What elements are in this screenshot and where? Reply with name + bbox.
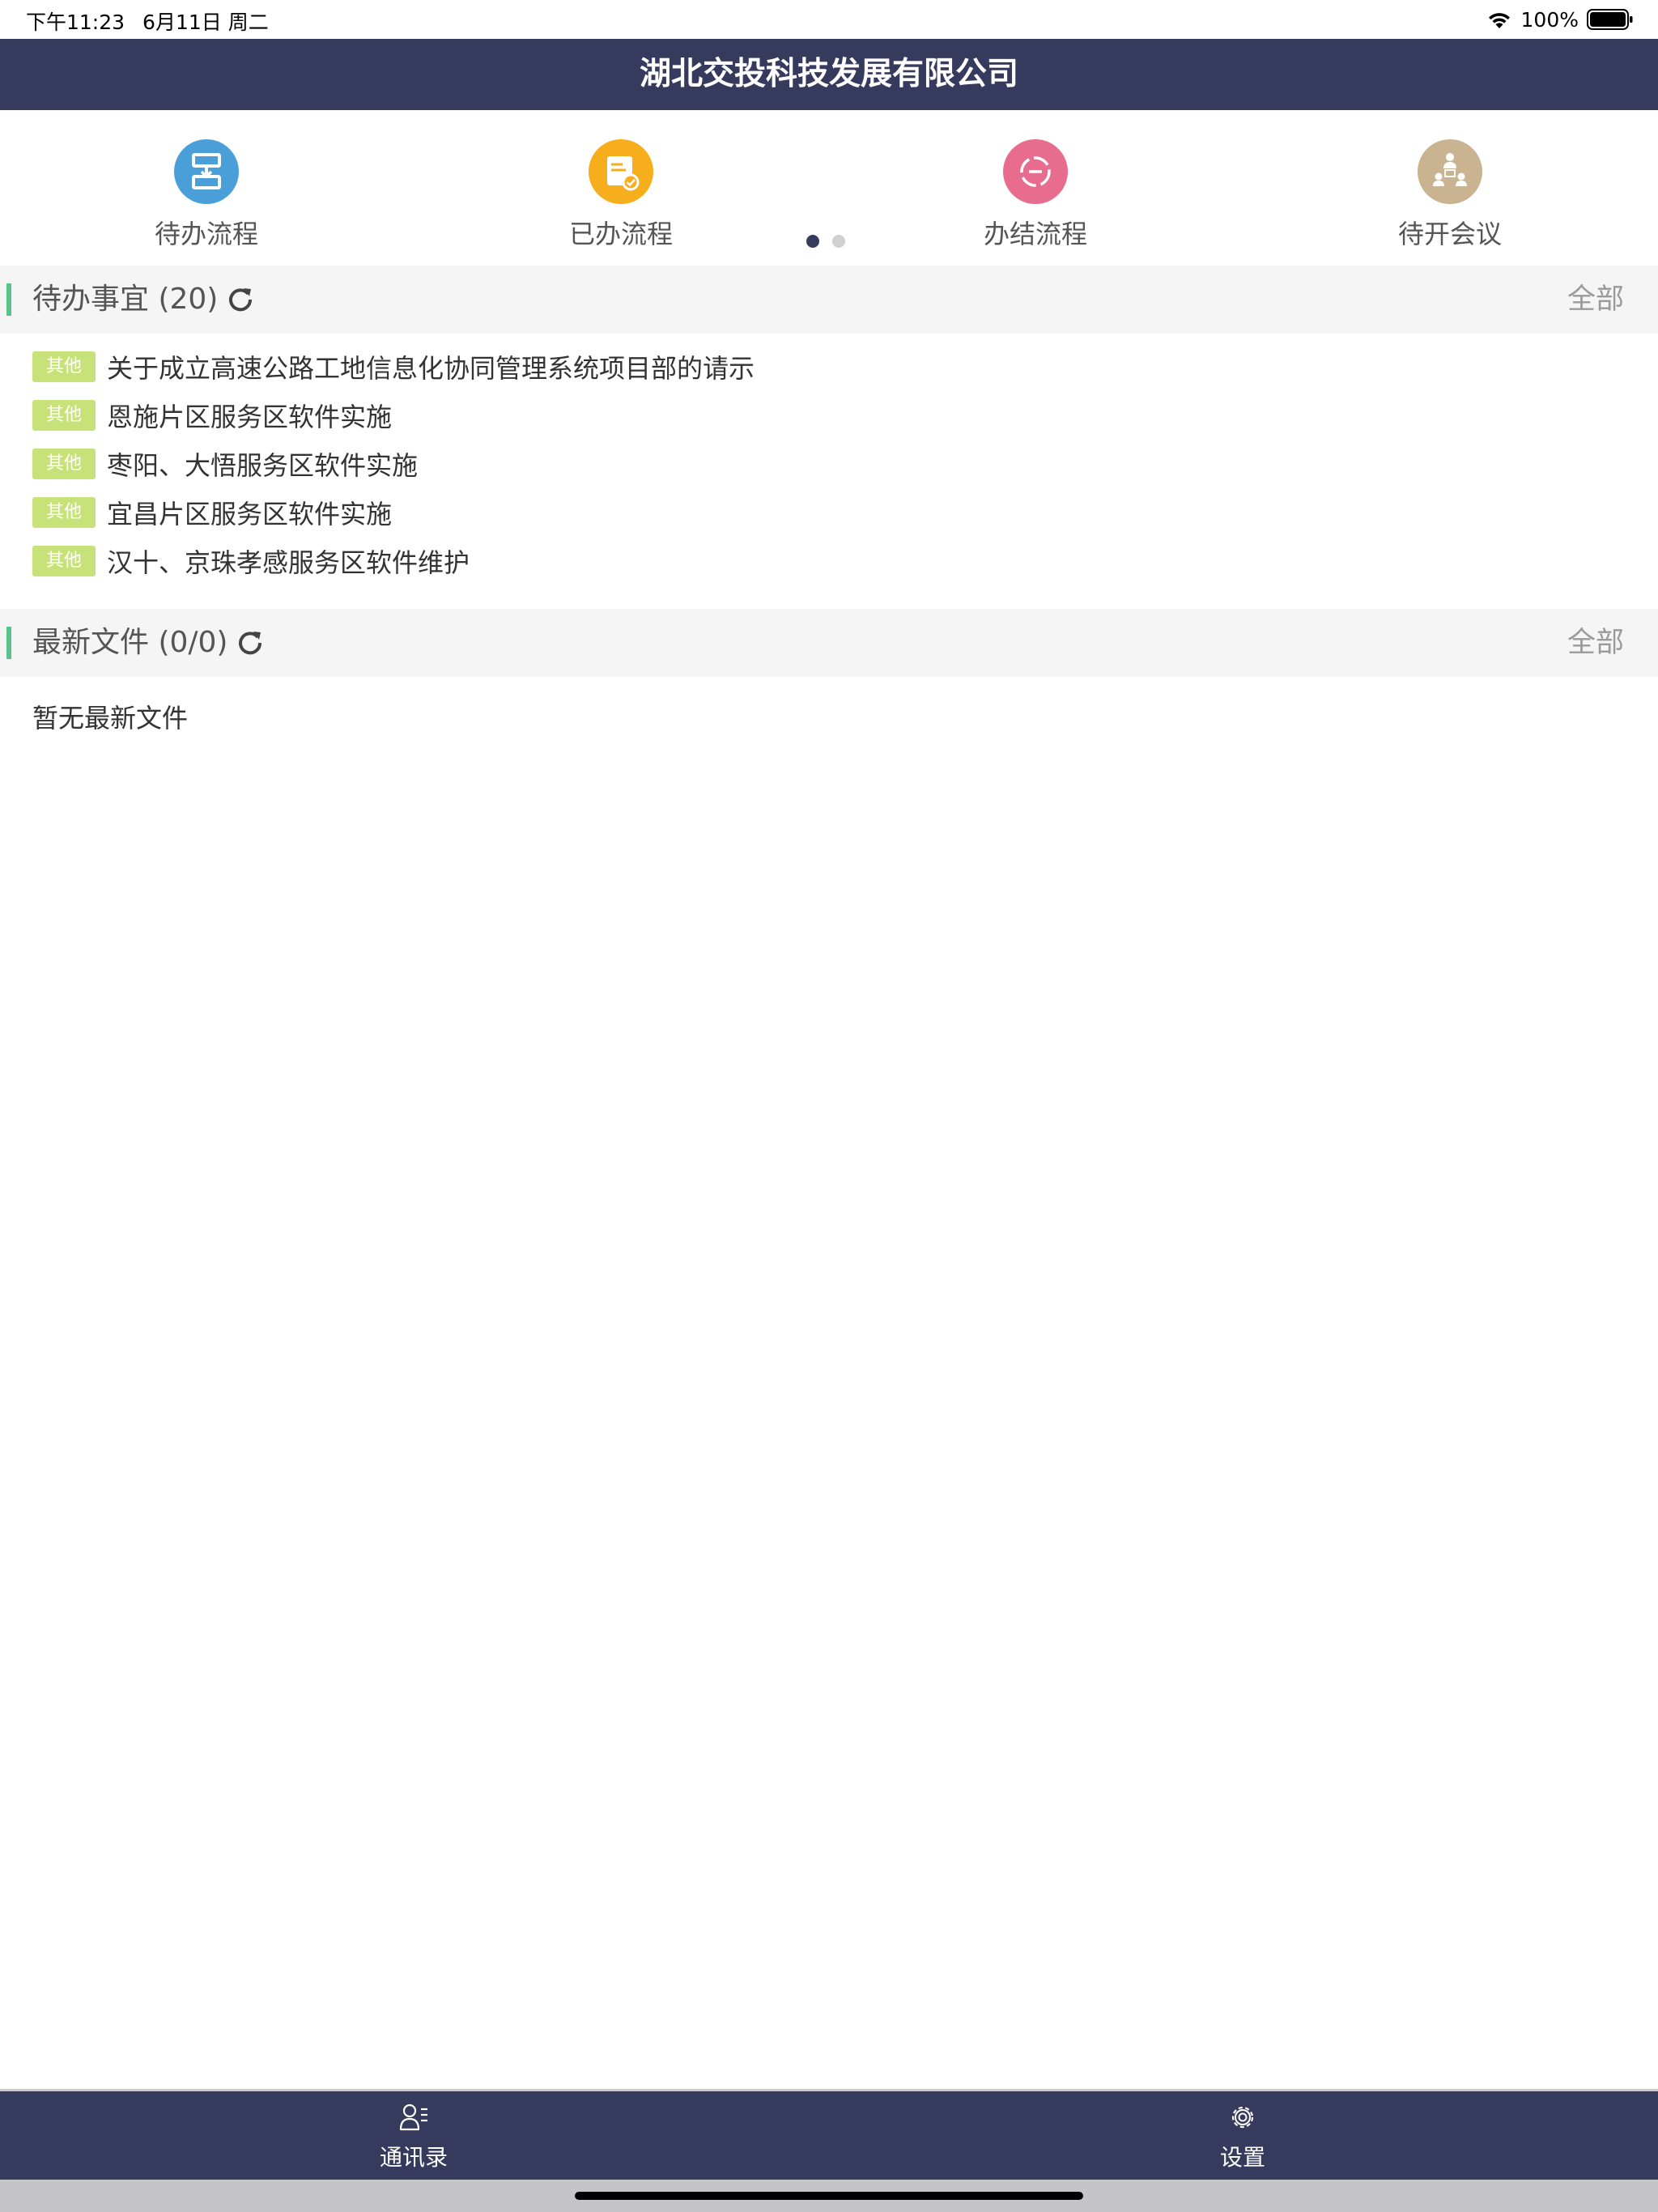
quick-nav: 待办流程 已办流程 办结流程 待开会议 <box>0 110 1658 266</box>
todo-section-header: 待办事宜 (20) 全部 <box>0 266 1658 334</box>
list-item[interactable]: 其他 恩施片区服务区软件实施 <box>32 397 392 434</box>
section-accent-bar <box>6 283 11 316</box>
refresh-icon[interactable] <box>226 285 255 314</box>
todo-item-text: 关于成立高速公路工地信息化协同管理系统项目部的请示 <box>107 353 755 384</box>
tab-settings[interactable]: 设置 <box>1162 2098 1324 2176</box>
quick-nav-closed-flow[interactable]: 办结流程 <box>930 125 1141 249</box>
status-indicators: 100% <box>1486 5 1634 34</box>
todo-item-text: 汉十、京珠孝感服务区软件维护 <box>107 547 470 578</box>
section-accent-bar <box>6 627 11 659</box>
tab-label: 通讯录 <box>379 2144 448 2171</box>
category-tag: 其他 <box>32 351 96 382</box>
list-item[interactable]: 其他 宜昌片区服务区软件实施 <box>32 494 392 531</box>
todo-all-link[interactable]: 全部 <box>1567 266 1624 334</box>
status-time: 下午11:23 <box>26 11 125 34</box>
files-section-title-group: 最新文件 (0/0) <box>32 609 265 677</box>
category-tag: 其他 <box>32 497 96 528</box>
refresh-icon[interactable] <box>236 628 265 657</box>
quick-nav-pending-flow[interactable]: 待办流程 <box>101 125 312 249</box>
category-tag: 其他 <box>32 449 96 479</box>
battery-icon <box>1587 9 1633 30</box>
quick-nav-label: 待办流程 <box>154 219 258 249</box>
quick-nav-meeting[interactable]: 待开会议 <box>1345 125 1555 249</box>
battery-percent: 100% <box>1520 7 1579 32</box>
files-section-header: 最新文件 (0/0) 全部 <box>0 609 1658 677</box>
status-bar: 下午11:23 6月11日 周二 100% <box>0 0 1658 39</box>
flow-done-icon <box>589 139 653 204</box>
page-dot[interactable] <box>832 235 845 248</box>
contacts-icon <box>399 2104 427 2131</box>
files-section-title: 最新文件 (0/0) <box>32 626 228 659</box>
bottom-tab-bar: 通讯录 设置 <box>0 2089 1658 2180</box>
todo-item-text: 枣阳、大悟服务区软件实施 <box>107 450 419 481</box>
list-item[interactable]: 其他 汉十、京珠孝感服务区软件维护 <box>32 542 470 580</box>
tab-label: 设置 <box>1219 2144 1265 2171</box>
home-indicator[interactable] <box>575 2192 1083 2200</box>
todo-item-text: 恩施片区服务区软件实施 <box>107 402 393 432</box>
quick-nav-label: 办结流程 <box>983 219 1087 249</box>
status-time-date: 下午11:23 6月11日 周二 <box>26 6 269 36</box>
page-title: 湖北交投科技发展有限公司 <box>639 56 1018 92</box>
status-date: 6月11日 周二 <box>142 11 269 34</box>
page-dot-active[interactable] <box>806 235 819 248</box>
wifi-icon <box>1488 13 1510 28</box>
files-all-link[interactable]: 全部 <box>1567 609 1624 677</box>
list-item[interactable]: 其他 关于成立高速公路工地信息化协同管理系统项目部的请示 <box>32 348 755 385</box>
category-tag: 其他 <box>32 400 96 431</box>
empty-files-message: 暂无最新文件 <box>32 703 189 734</box>
quick-nav-done-flow[interactable]: 已办流程 <box>516 125 726 249</box>
quick-nav-label: 已办流程 <box>568 219 673 249</box>
tab-contacts[interactable]: 通讯录 <box>333 2098 495 2176</box>
list-item[interactable]: 其他 枣阳、大悟服务区软件实施 <box>32 445 418 483</box>
todo-item-text: 宜昌片区服务区软件实施 <box>107 499 393 530</box>
todo-section-title: 待办事宜 (20) <box>32 283 219 316</box>
home-indicator-area <box>0 2180 1658 2212</box>
app-header: 湖北交投科技发展有限公司 <box>0 39 1658 110</box>
gear-icon <box>1231 2106 1254 2129</box>
flow-closed-icon <box>1003 139 1068 204</box>
flow-pending-icon <box>174 139 239 204</box>
category-tag: 其他 <box>32 546 96 576</box>
meeting-icon <box>1418 139 1482 204</box>
quick-nav-label: 待开会议 <box>1397 219 1502 249</box>
todo-section-title-group: 待办事宜 (20) <box>32 266 255 334</box>
